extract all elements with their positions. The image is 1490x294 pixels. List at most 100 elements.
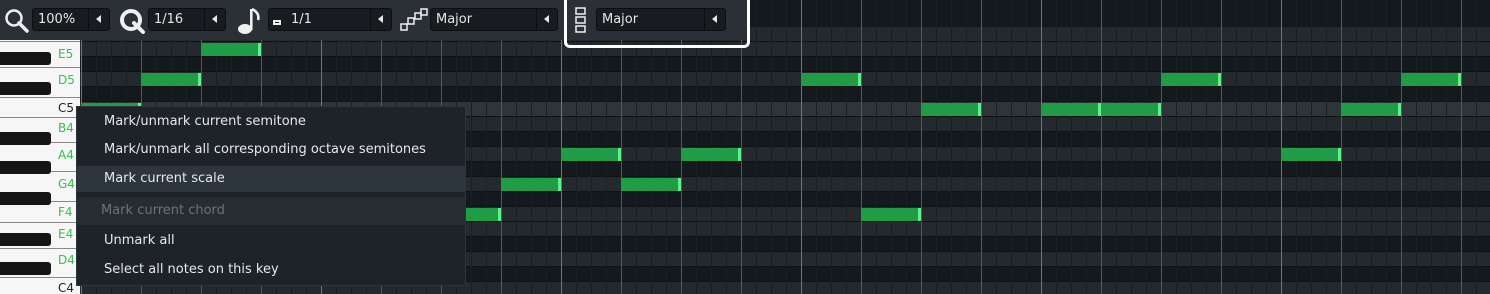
step-line xyxy=(1206,0,1207,294)
beat-line xyxy=(501,0,502,294)
note-G4[interactable] xyxy=(501,178,561,191)
menu-item-mark-current-chord: Mark current chord xyxy=(77,197,465,225)
step-line xyxy=(1266,0,1267,294)
step-line xyxy=(906,0,907,294)
step-line xyxy=(1416,0,1417,294)
key-label: G4 xyxy=(58,177,75,191)
note-C5[interactable] xyxy=(1041,103,1101,116)
step-line xyxy=(936,0,937,294)
beat-line xyxy=(981,0,982,294)
step-line xyxy=(771,0,772,294)
step-line xyxy=(876,0,877,294)
step-line xyxy=(1446,0,1447,294)
beat-line xyxy=(801,0,802,294)
step-line xyxy=(1131,0,1132,294)
key-label: E4 xyxy=(58,227,74,241)
step-line xyxy=(831,0,832,294)
key-label: C4 xyxy=(58,281,75,294)
key-label: B4 xyxy=(58,121,74,135)
step-line xyxy=(1296,0,1297,294)
note-length-value: 1/1 xyxy=(291,12,312,27)
step-line xyxy=(1026,0,1027,294)
key-context-menu: Mark/unmark current semitone Mark/unmark … xyxy=(76,106,466,286)
step-line xyxy=(816,0,817,294)
piano-black-key[interactable] xyxy=(0,233,51,246)
piano-black-key[interactable] xyxy=(0,262,51,275)
beat-line xyxy=(1401,0,1402,294)
step-line xyxy=(1191,0,1192,294)
menu-item-mark-current-scale[interactable]: Mark current scale xyxy=(77,166,465,192)
piano-black-key[interactable] xyxy=(0,192,51,205)
piano-black-key[interactable] xyxy=(0,52,51,65)
step-line xyxy=(1236,0,1237,294)
chevron-left-icon[interactable] xyxy=(370,9,391,30)
beat-line xyxy=(1221,0,1222,294)
note-D5[interactable] xyxy=(1161,73,1221,86)
piano-black-key[interactable] xyxy=(0,161,51,174)
menu-item-unmark-all[interactable]: Unmark all xyxy=(77,228,465,254)
step-line xyxy=(996,0,997,294)
step-line xyxy=(891,0,892,294)
note-C5[interactable] xyxy=(1101,103,1161,116)
key-label: A4 xyxy=(58,148,74,162)
beat-line xyxy=(1041,0,1042,294)
piano-black-key[interactable] xyxy=(0,82,51,95)
quantize-combobox[interactable]: 1/16 xyxy=(148,8,226,31)
chord-selector-highlight xyxy=(564,0,750,48)
step-line xyxy=(1311,0,1312,294)
step-line xyxy=(1011,0,1012,294)
beat-line xyxy=(1281,0,1282,294)
step-line xyxy=(756,0,757,294)
note-A4[interactable] xyxy=(1281,148,1341,161)
step-line xyxy=(786,0,787,294)
scale-icon xyxy=(400,8,428,31)
note-D5[interactable] xyxy=(1401,73,1461,86)
note-A4[interactable] xyxy=(681,148,741,161)
piano-black-key[interactable] xyxy=(0,132,51,145)
chevron-left-icon[interactable] xyxy=(204,9,225,30)
note-G4[interactable] xyxy=(621,178,681,191)
step-line xyxy=(1251,0,1252,294)
beat-line xyxy=(1101,0,1102,294)
note-F4[interactable] xyxy=(861,208,921,221)
note-E5[interactable] xyxy=(201,43,261,56)
step-line xyxy=(1476,0,1477,294)
step-line xyxy=(1356,0,1357,294)
step-line xyxy=(951,0,952,294)
quantize-value: 1/16 xyxy=(154,12,184,27)
beat-line xyxy=(561,0,562,294)
note-C5[interactable] xyxy=(921,103,981,116)
note-length-combobox[interactable]: 1/1 xyxy=(268,8,392,31)
step-line xyxy=(1146,0,1147,294)
note-D5[interactable] xyxy=(141,73,201,86)
beat-line xyxy=(861,0,862,294)
beat-line xyxy=(1461,0,1462,294)
zoom-value: 100% xyxy=(38,12,76,27)
note-A4[interactable] xyxy=(561,148,621,161)
whole-note-icon xyxy=(273,20,281,25)
chevron-left-icon[interactable] xyxy=(88,9,109,30)
note-C5[interactable] xyxy=(1341,103,1401,116)
menu-item-select-all-notes-on-this-key[interactable]: Select all notes on this key xyxy=(77,257,465,283)
step-line xyxy=(846,0,847,294)
zoom-combobox[interactable]: 100% xyxy=(32,8,110,31)
chevron-left-icon[interactable] xyxy=(536,9,557,30)
beat-line xyxy=(1341,0,1342,294)
key-label: D4 xyxy=(58,253,75,267)
step-line xyxy=(1056,0,1057,294)
scale-combobox[interactable]: Major xyxy=(430,8,558,31)
step-line xyxy=(1116,0,1117,294)
step-line xyxy=(1431,0,1432,294)
key-label: C5 xyxy=(58,101,75,115)
quantize-icon xyxy=(120,9,145,34)
beat-line xyxy=(1161,0,1162,294)
step-line xyxy=(486,0,487,294)
key-label: F4 xyxy=(58,205,73,219)
key-label: D5 xyxy=(58,73,75,87)
note-length-icon xyxy=(238,7,260,34)
menu-item-mark-unmark-all-corresponding-octave-semitones[interactable]: Mark/unmark all corresponding octave sem… xyxy=(77,137,465,163)
step-line xyxy=(1326,0,1327,294)
menu-item-mark-unmark-current-semitone[interactable]: Mark/unmark current semitone xyxy=(77,109,465,135)
note-D5[interactable] xyxy=(801,73,861,86)
zoom-icon xyxy=(5,9,29,33)
